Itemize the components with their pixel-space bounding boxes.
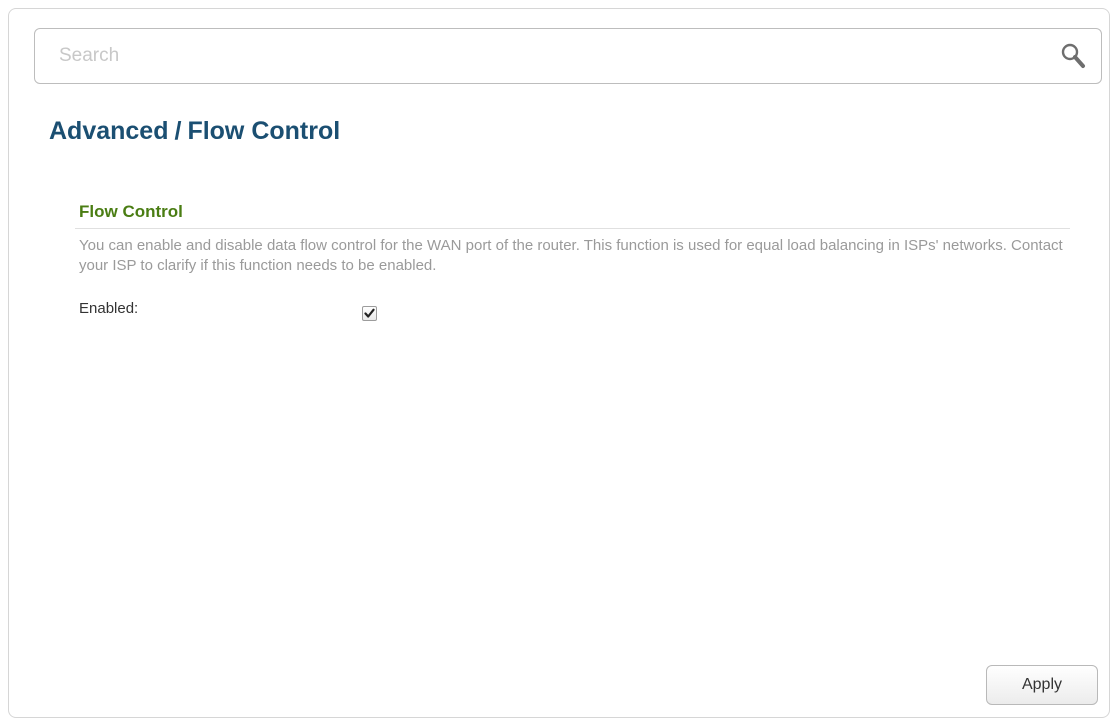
- page-title: Advanced / Flow Control: [49, 117, 340, 146]
- breadcrumb-current: Flow Control: [187, 117, 341, 145]
- section-title: Flow Control: [79, 202, 183, 221]
- breadcrumb-separator: /: [174, 117, 182, 145]
- apply-button[interactable]: Apply: [986, 665, 1098, 705]
- breadcrumb-parent[interactable]: Advanced: [49, 117, 168, 145]
- enabled-checkbox[interactable]: [362, 306, 377, 321]
- section-description: You can enable and disable data flow con…: [79, 237, 1063, 274]
- enabled-label: Enabled:: [79, 300, 139, 317]
- checkmark-icon: [364, 308, 375, 318]
- main-panel: Advanced/Flow Control Flow Control You c…: [8, 8, 1110, 718]
- search-bar: [34, 28, 1102, 84]
- search-icon[interactable]: [1059, 42, 1087, 70]
- section-divider: [75, 228, 1070, 229]
- search-input[interactable]: [59, 29, 1019, 83]
